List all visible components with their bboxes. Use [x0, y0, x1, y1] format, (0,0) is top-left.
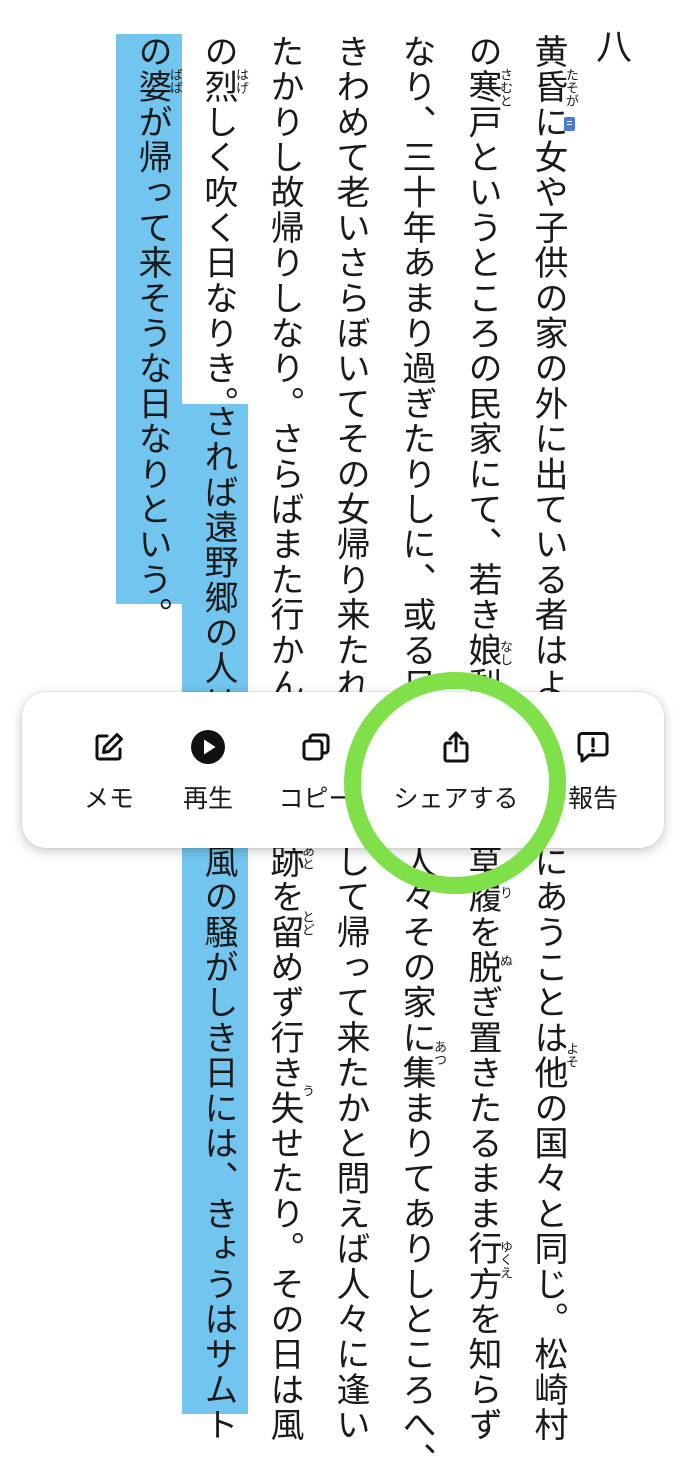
- menu-label-play: 再生: [182, 784, 233, 813]
- text-column-6[interactable]: の烈しく吹く日なりき。: [198, 34, 238, 421]
- menu-label-memo: メモ: [83, 784, 134, 813]
- text-column-lower-2[interactable]: 草履を脱ぎ置きたるまま行方を知らず: [462, 844, 502, 1442]
- ruby-samuto: さむと: [497, 68, 512, 107]
- selection-context-menu: メモ 再生 コピー シェアする 報告: [22, 692, 664, 848]
- text-column-lower-5[interactable]: 跡を留めず行き失せたり。その日は風: [264, 844, 304, 1442]
- text-column-1[interactable]: 黄昏に女や子供の家の外に出ている者はよ: [528, 34, 568, 703]
- ruby-tasogare: たそが: [563, 68, 578, 107]
- ruby-u: う: [299, 1084, 314, 1097]
- text-column-lower-4[interactable]: して帰って来たかと問えば人々に逢い: [330, 844, 370, 1442]
- ruby-baba: ばば: [167, 68, 182, 94]
- text-column-highlight-upper[interactable]: されば遠野郷の人は: [198, 404, 238, 721]
- menu-label-report: 報告: [567, 784, 618, 813]
- menu-item-share[interactable]: シェアする: [382, 692, 530, 848]
- text-column-lower-3[interactable]: 人々その家に集まりてありしところへ、: [396, 844, 436, 1478]
- menu-item-play[interactable]: 再生: [172, 692, 244, 848]
- ruby-todo: とど: [299, 910, 314, 936]
- ruby-nu: ぬ: [497, 954, 512, 967]
- chapter-number: 八: [595, 27, 632, 68]
- report-icon: [574, 728, 612, 766]
- menu-label-share: シェアする: [393, 784, 519, 813]
- text-column-5[interactable]: たかりし故帰りしなり。さらばまた行かんと: [264, 34, 304, 738]
- text-column-4[interactable]: きわめて老いさらぼいてその女帰り来たれり: [330, 34, 370, 738]
- ruby-hage: はげ: [233, 68, 248, 94]
- ruby-atsu: あつ: [431, 1040, 446, 1066]
- menu-item-copy[interactable]: コピー: [272, 692, 360, 848]
- menu-item-memo[interactable]: メモ: [74, 692, 144, 848]
- text-column-lower-1[interactable]: にあうことは他の国々と同じ。松崎村: [528, 844, 568, 1442]
- text-column-2[interactable]: の寒戸というところの民家にて、若き娘梨: [462, 34, 502, 703]
- ruby-ri: り: [497, 886, 512, 899]
- copy-icon: [297, 728, 335, 766]
- reader-page: 八 黄昏に女や子供の家の外に出ている者はよ の寒戸というところの民家にて、若き娘…: [0, 0, 700, 1478]
- menu-label-copy: コピー: [278, 784, 354, 813]
- memo-edit-icon: [90, 728, 128, 766]
- ruby-nashi: なし: [497, 640, 512, 666]
- memo-marker-icon[interactable]: [564, 117, 575, 131]
- text-column-7[interactable]: の婆が帰って来そうな日なりという。: [132, 34, 172, 632]
- play-icon: [189, 728, 227, 766]
- share-icon: [437, 728, 475, 766]
- ruby-yoso: よそ: [563, 1042, 578, 1068]
- ruby-yukue: ゆくえ: [497, 1240, 512, 1279]
- menu-item-report[interactable]: 報告: [560, 692, 626, 848]
- text-column-lower-6[interactable]: 風の騒がしき日には、きょうはサムト: [198, 844, 238, 1442]
- text-column-3[interactable]: なり、三十年あまり過ぎたりしに、或る日: [396, 34, 436, 703]
